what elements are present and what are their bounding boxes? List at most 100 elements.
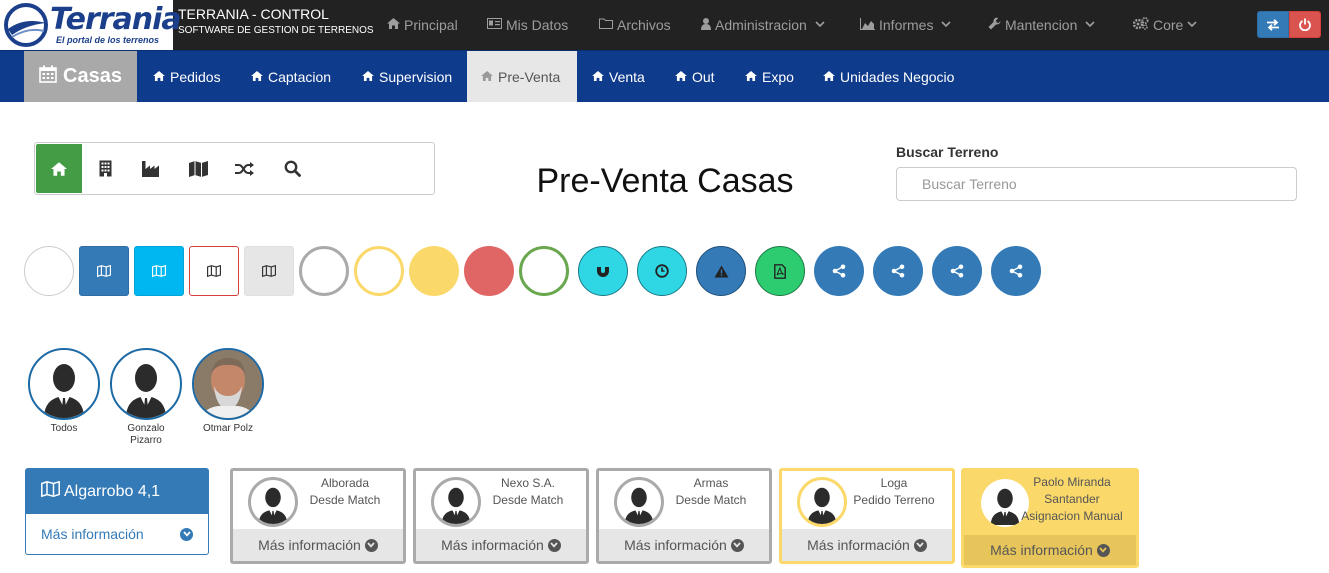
user-photo-icon [194,350,262,418]
tab-expo[interactable]: Expo [731,51,808,102]
topnav-administracion[interactable]: Administracion [701,0,825,50]
filter-green-ring[interactable] [519,246,569,296]
share-button-2[interactable] [873,246,923,296]
filter-map-info[interactable] [134,246,184,296]
card-more-info[interactable]: Más información [782,529,952,561]
filter-pdf-button[interactable] [755,246,805,296]
client-info: Loga Pedido Terreno [844,475,944,509]
share-icon [832,264,846,278]
topnav-label: Informes [879,17,934,33]
tab-supervision[interactable]: Supervision [348,51,466,102]
tab-venta[interactable]: Venta [578,51,659,102]
topnav-label: Archivos [617,17,671,33]
tab-unidades-negocio[interactable]: Unidades Negocio [809,51,968,102]
topnav-label: Principal [404,17,458,33]
filter-all-circle[interactable] [24,246,74,296]
card-more-info[interactable]: Más información [233,529,403,561]
terreno-more-info[interactable]: Más información [26,514,208,554]
home-icon [675,70,687,84]
client-name: Alborada [320,476,370,490]
user-filter-todos[interactable]: Todos [28,348,100,435]
home-icon [387,18,400,32]
folder-icon [599,18,613,32]
map-button[interactable] [175,144,221,193]
avatar [248,477,298,527]
avatar-photo [192,348,264,420]
card-more-info[interactable]: Más información [416,529,586,561]
share-button-4[interactable] [991,246,1041,296]
client-card[interactable]: Nexo S.A. Desde Match Más información [413,468,589,564]
avatar [110,348,182,420]
tab-pre-venta[interactable]: Pre-Venta [467,51,577,102]
industry-button[interactable] [128,144,174,193]
building-button[interactable] [82,144,128,193]
filter-map-primary[interactable] [79,246,129,296]
topnav-core[interactable]: Core [1132,0,1197,50]
client-status: Desde Match [309,493,381,507]
tab-out[interactable]: Out [661,51,729,102]
random-button[interactable] [221,144,267,193]
chevron-circle-down-icon [180,527,193,541]
user-silhouette-icon [807,487,837,524]
client-card[interactable]: Loga Pedido Terreno Más información [779,468,955,564]
avatar [614,477,664,527]
tab-pedidos[interactable]: Pedidos [139,51,235,102]
chevron-circle-down-icon [730,538,744,552]
more-info-label: Más información [807,537,910,553]
card-more-info[interactable]: Más información [599,529,769,561]
share-button-1[interactable] [814,246,864,296]
client-card-highlighted[interactable]: Paolo Miranda Santander Asignacion Manua… [961,468,1139,568]
home-icon [481,70,493,84]
more-info-label: Más información [990,542,1093,558]
topnav-principal[interactable]: Principal [387,0,458,50]
app-subtitle: SOFTWARE DE GESTION DE TERRENOS [178,25,374,36]
user-name: Gonzalo Pizarro [127,423,165,446]
client-name: Nexo S.A. [500,476,556,490]
search-input[interactable] [896,167,1297,201]
tab-captacion[interactable]: Captacion [237,51,345,102]
filter-map-default[interactable] [244,246,294,296]
filter-red-filled[interactable] [464,246,514,296]
map-icon [262,265,276,277]
topnav-mis-datos[interactable]: Mis Datos [487,0,568,50]
topnav-mantencion[interactable]: Mantencion [988,0,1095,50]
user-filter-gonzalo[interactable]: Gonzalo Pizarro [110,348,182,447]
share-icon [950,264,964,278]
power-button[interactable] [1289,11,1321,38]
client-card[interactable]: Armas Desde Match Más información [596,468,772,564]
map-icon [207,265,221,277]
brand-name: Terrania [50,2,182,37]
home-icon [153,70,165,84]
topnav-archivos[interactable]: Archivos [599,0,671,50]
gears-icon [1132,17,1149,33]
home-button[interactable] [36,144,82,193]
section-casas[interactable]: Casas [24,51,137,102]
topnav-label: Administracion [715,17,807,33]
warning-icon [714,265,728,277]
calendar-icon [39,65,57,88]
home-icon [592,70,604,84]
card-more-info[interactable]: Más información [964,535,1136,565]
swap-button[interactable] [1257,11,1289,38]
filter-yellow-filled[interactable] [409,246,459,296]
terreno-title: Algarrobo 4,1 [64,482,161,500]
brand-logo[interactable]: Terrania El portal de los terrenos [0,0,182,50]
filter-gray-ring[interactable] [299,246,349,296]
share-button-3[interactable] [932,246,982,296]
topnav-informes[interactable]: Informes [860,0,952,50]
user-silhouette-icon [441,487,471,524]
filter-magnet-button[interactable] [578,246,628,296]
terreno-panel-heading: Algarrobo 4,1 [26,469,208,514]
terreno-panel: Algarrobo 4,1 Más información [25,468,209,555]
search-button[interactable] [269,144,315,193]
filter-warning-button[interactable] [696,246,746,296]
filter-clock-button[interactable] [637,246,687,296]
filter-yellow-ring[interactable] [354,246,404,296]
avatar [797,477,847,527]
user-name: Todos [50,423,78,434]
client-card[interactable]: Alborada Desde Match Más información [230,468,406,564]
user-filter-otmar[interactable]: Otmar Polz [192,348,264,435]
user-silhouette-icon [258,487,288,524]
power-icon [1299,18,1311,31]
filter-map-danger[interactable] [189,246,239,296]
